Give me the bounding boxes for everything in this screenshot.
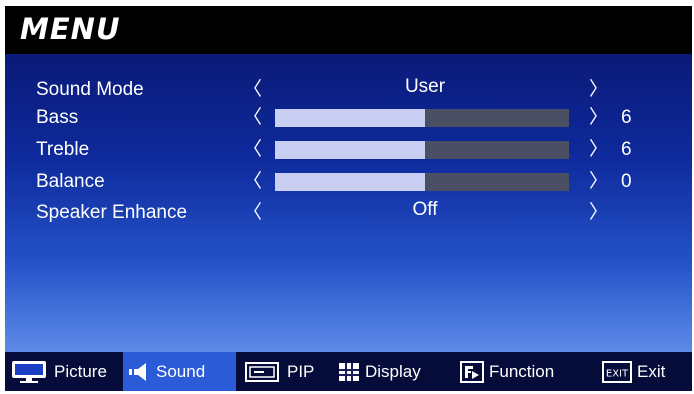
bass-label: Bass [36, 107, 79, 128]
tab-sound-label: Sound [156, 361, 206, 381]
svg-text:EXIT: EXIT [606, 368, 629, 379]
speaker-enhance-row[interactable]: Speaker Enhance 〈 Off 〉 [5, 198, 692, 228]
balance-slider-fill [275, 173, 425, 191]
balance-left-arrow-icon[interactable]: 〈 [243, 167, 262, 197]
bass-slider-fill [275, 109, 425, 127]
sound-mode-row[interactable]: Sound Mode 〈 User 〉 [5, 75, 692, 105]
balance-row[interactable]: Balance 〈 〉 0 [5, 167, 692, 197]
treble-left-arrow-icon[interactable]: 〈 [243, 135, 262, 165]
pip-icon [245, 361, 279, 382]
bass-slider[interactable] [275, 109, 569, 127]
treble-right-arrow-icon[interactable]: 〉 [589, 135, 608, 165]
tab-pip-label: PIP [287, 361, 315, 381]
treble-row[interactable]: Treble 〈 〉 6 [5, 135, 692, 165]
tab-exit[interactable]: EXIT Exit [602, 352, 665, 391]
title-bar: MENU [5, 6, 692, 54]
tab-exit-label: Exit [637, 361, 666, 381]
menu-title: MENU [20, 12, 121, 46]
sound-mode-right-arrow-icon[interactable]: 〉 [589, 75, 608, 105]
speaker-enhance-left-arrow-icon[interactable]: 〈 [243, 198, 262, 228]
bass-row[interactable]: Bass 〈 〉 6 [5, 103, 692, 133]
monitor-icon [12, 360, 46, 383]
tab-pip[interactable]: PIP [244, 352, 314, 391]
speaker-enhance-label: Speaker Enhance [36, 202, 188, 223]
tab-function-label: Function [489, 361, 555, 381]
bass-value: 6 [621, 107, 632, 128]
balance-slider[interactable] [275, 173, 569, 191]
balance-value: 0 [621, 171, 632, 192]
balance-right-arrow-icon[interactable]: 〉 [589, 167, 608, 197]
treble-slider-fill [275, 141, 425, 159]
bass-left-arrow-icon[interactable]: 〈 [243, 103, 262, 133]
treble-label: Treble [36, 139, 90, 160]
tab-picture[interactable]: Picture [11, 352, 107, 391]
sound-mode-value: User [404, 76, 446, 97]
osd-menu: MENU Sound Mode 〈 User 〉 Bass 〈 〉 6 Treb… [5, 6, 692, 391]
function-icon [460, 360, 484, 383]
tab-display-label: Display [365, 361, 421, 381]
sound-mode-label: Sound Mode [36, 79, 144, 100]
tab-display[interactable]: Display [338, 352, 421, 391]
tab-sound[interactable]: Sound [123, 352, 236, 391]
bass-right-arrow-icon[interactable]: 〉 [589, 103, 608, 133]
balance-label: Balance [36, 171, 105, 192]
sound-settings-panel: Sound Mode 〈 User 〉 Bass 〈 〉 6 Treble 〈 … [5, 54, 692, 352]
speaker-enhance-right-arrow-icon[interactable]: 〉 [589, 198, 608, 228]
sound-mode-left-arrow-icon[interactable]: 〈 [243, 75, 262, 105]
speaker-enhance-value: Off [412, 199, 438, 220]
tab-picture-label: Picture [54, 361, 107, 381]
speaker-icon [129, 362, 146, 381]
treble-slider[interactable] [275, 141, 569, 159]
menu-tab-bar: Picture Sound PIP Display Function EXIT … [5, 352, 692, 391]
treble-value: 6 [621, 139, 632, 160]
tab-function[interactable]: Function [460, 352, 554, 391]
display-grid-icon [339, 362, 359, 381]
exit-icon: EXIT [602, 360, 632, 383]
